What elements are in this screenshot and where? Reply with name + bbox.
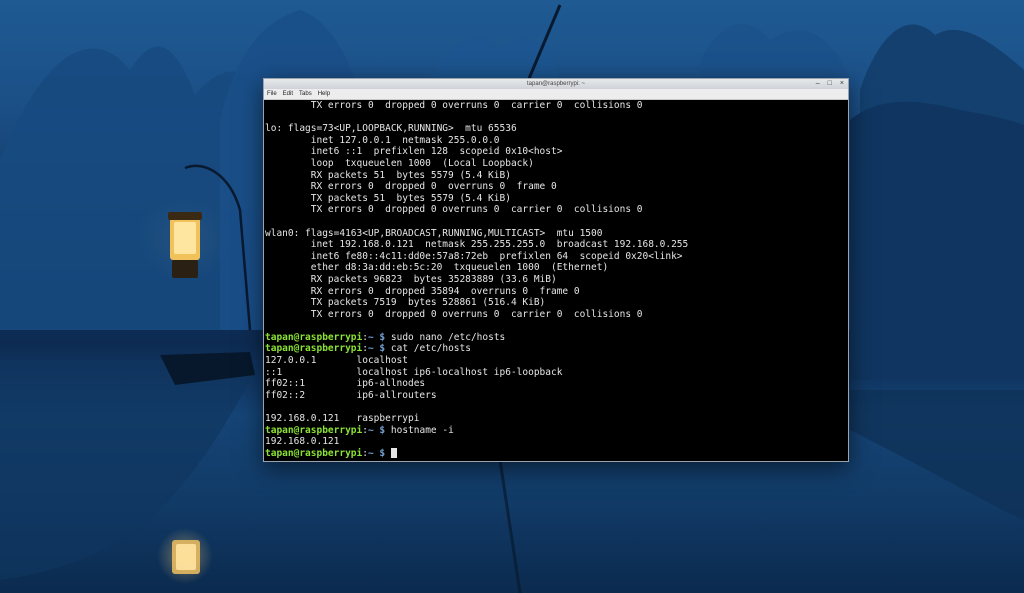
prompt-user: tapan@raspberrypi: [265, 331, 363, 343]
prompt-symbol: $: [373, 343, 391, 355]
terminal-line: 192.168.0.121: [265, 436, 340, 448]
maximize-icon[interactable]: □: [828, 79, 832, 89]
terminal-line: lo: flags=73<UP,LOOPBACK,RUNNING> mtu 65…: [265, 123, 517, 135]
command-text: cat /etc/hosts: [390, 343, 471, 355]
menu-tabs[interactable]: Tabs: [299, 89, 312, 99]
terminal-line: inet6 fe80::4c11:dd0e:57a8:72eb prefixle…: [265, 250, 683, 262]
terminal-line: RX packets 51 bytes 5579 (5.4 KiB): [265, 169, 511, 181]
terminal-line: inet 127.0.0.1 netmask 255.0.0.0: [265, 134, 500, 146]
menu-bar: File Edit Tabs Help: [264, 89, 848, 100]
terminal-screen[interactable]: TX errors 0 dropped 0 overruns 0 carrier…: [264, 100, 848, 461]
terminal-line: inet 192.168.0.121 netmask 255.255.255.0…: [265, 239, 689, 251]
terminal-line: ff02::1 ip6-allnodes: [265, 378, 426, 390]
prompt-line: tapan@raspberrypi:~ $ sudo nano /etc/hos…: [265, 332, 848, 344]
prompt-line: tapan@raspberrypi:~ $ cat /etc/hosts: [265, 343, 848, 355]
terminal-line: RX packets 96823 bytes 35283889 (33.6 Mi…: [265, 273, 557, 285]
command-text: hostname -i: [390, 424, 454, 436]
prompt-user: tapan@raspberrypi: [265, 447, 363, 459]
menu-help[interactable]: Help: [318, 89, 330, 99]
terminal-line: ether d8:3a:dd:eb:5c:20 txqueuelen 1000 …: [265, 262, 609, 274]
prompt-symbol: $: [373, 447, 391, 459]
active-prompt-line[interactable]: tapan@raspberrypi:~ $: [265, 447, 848, 460]
terminal-line: TX errors 0 dropped 0 overruns 0 carrier…: [265, 100, 643, 111]
command-text: sudo nano /etc/hosts: [390, 331, 506, 343]
terminal-line: inet6 ::1 prefixlen 128 scopeid 0x10<hos…: [265, 146, 563, 158]
terminal-line: TX packets 7519 bytes 528861 (516.4 KiB): [265, 297, 546, 309]
terminal-line: ::1 localhost ip6-localhost ip6-loopback: [265, 366, 563, 378]
prompt-symbol: $: [373, 424, 391, 436]
terminal-line: 192.168.0.121 raspberrypi: [265, 413, 420, 425]
terminal-window[interactable]: tapan@raspberrypi: ~ – □ × File Edit Tab…: [263, 78, 849, 462]
prompt-user: tapan@raspberrypi: [265, 343, 363, 355]
terminal-line: TX packets 51 bytes 5579 (5.4 KiB): [265, 192, 511, 204]
prompt-line: tapan@raspberrypi:~ $ hostname -i: [265, 425, 848, 437]
terminal-line: TX errors 0 dropped 0 overruns 0 carrier…: [265, 204, 643, 216]
close-icon[interactable]: ×: [840, 79, 844, 89]
terminal-line: RX errors 0 dropped 0 overruns 0 frame 0: [265, 181, 557, 193]
minimize-icon[interactable]: –: [816, 79, 820, 89]
terminal-line: TX errors 0 dropped 0 overruns 0 carrier…: [265, 308, 643, 320]
terminal-line: loop txqueuelen 1000 (Local Loopback): [265, 157, 534, 169]
window-title: tapan@raspberrypi: ~: [527, 81, 585, 87]
menu-file[interactable]: File: [267, 89, 277, 99]
window-titlebar[interactable]: tapan@raspberrypi: ~ – □ ×: [264, 79, 848, 89]
prompt-symbol: $: [373, 331, 391, 343]
prompt-user: tapan@raspberrypi: [265, 424, 363, 436]
window-controls: – □ ×: [816, 79, 844, 89]
text-cursor[interactable]: [390, 447, 397, 458]
terminal-line: RX errors 0 dropped 35894 overruns 0 fra…: [265, 285, 580, 297]
menu-edit[interactable]: Edit: [283, 89, 293, 99]
terminal-line: 127.0.0.1 localhost: [265, 355, 408, 367]
terminal-line: wlan0: flags=4163<UP,BROADCAST,RUNNING,M…: [265, 227, 603, 239]
terminal-line: ff02::2 ip6-allrouters: [265, 389, 437, 401]
